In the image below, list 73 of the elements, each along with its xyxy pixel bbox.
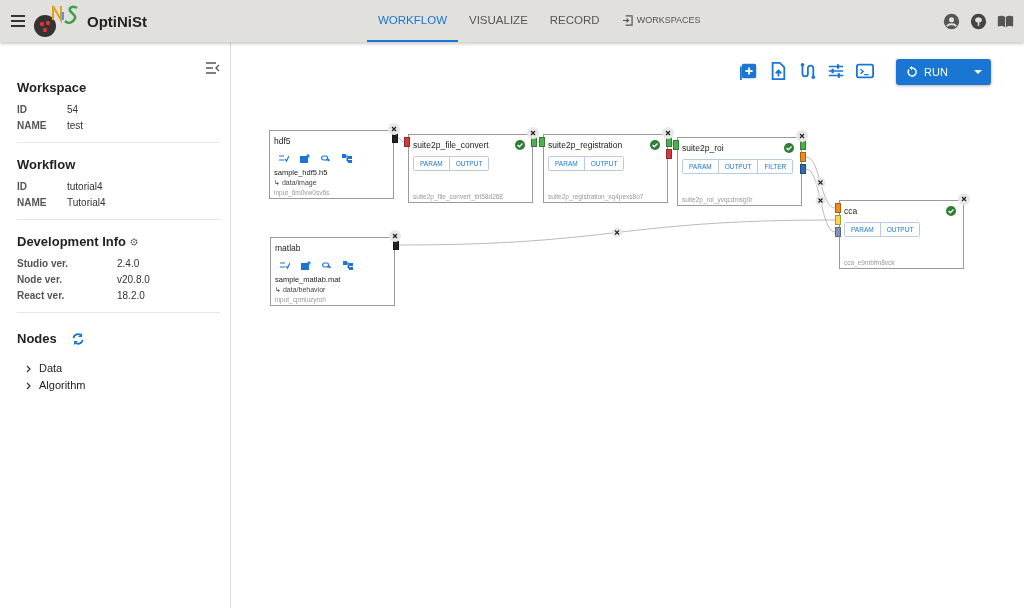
connection-handle[interactable] bbox=[800, 164, 806, 174]
field-value: tutorial4 bbox=[67, 180, 103, 194]
field-label: Studio ver. bbox=[17, 257, 70, 271]
add-image-icon[interactable] bbox=[301, 261, 311, 270]
connection-handle[interactable] bbox=[800, 152, 806, 162]
field-value: Tutorial4 bbox=[67, 196, 106, 210]
node-title: matlab bbox=[275, 243, 302, 253]
settings-list-icon[interactable] bbox=[280, 261, 290, 270]
node-title: cca bbox=[844, 206, 859, 216]
close-icon[interactable] bbox=[662, 127, 674, 139]
connection-handle[interactable] bbox=[531, 137, 537, 147]
refresh-icon[interactable] bbox=[70, 331, 85, 346]
field-label: React ver. bbox=[17, 289, 66, 303]
close-icon[interactable] bbox=[388, 123, 400, 135]
login-icon bbox=[621, 14, 633, 26]
settings-icon[interactable] bbox=[130, 237, 139, 246]
connection-handle[interactable] bbox=[393, 240, 399, 250]
link-icon[interactable] bbox=[322, 261, 332, 270]
close-icon[interactable] bbox=[796, 130, 808, 142]
field-label: ID bbox=[17, 180, 28, 194]
field-value: 18.2.0 bbox=[117, 289, 145, 303]
connection-handle[interactable] bbox=[666, 137, 672, 147]
close-icon[interactable] bbox=[389, 230, 401, 242]
field-label: ID bbox=[17, 103, 28, 117]
menu-icon[interactable] bbox=[11, 15, 25, 27]
section-title: Workflow bbox=[17, 157, 76, 172]
connection-handle[interactable] bbox=[835, 215, 841, 225]
field-value: 54 bbox=[67, 103, 79, 117]
connection-handle[interactable] bbox=[666, 149, 672, 159]
edge-line[interactable] bbox=[397, 137, 405, 143]
delete-edge-icon[interactable] bbox=[815, 177, 826, 188]
settings-list-icon[interactable] bbox=[279, 154, 289, 163]
field-label: Node ver. bbox=[17, 273, 64, 287]
field-label: NAME bbox=[17, 196, 48, 210]
nav-tab[interactable]: RECORD bbox=[538, 0, 611, 42]
field-value: 2.4.0 bbox=[117, 257, 140, 271]
link-icon[interactable] bbox=[321, 154, 331, 163]
tree-structure-icon[interactable] bbox=[343, 261, 353, 270]
node-title: suite2p_file_convert bbox=[413, 140, 490, 150]
connection-handle[interactable] bbox=[392, 133, 398, 143]
connection-handle[interactable] bbox=[539, 137, 545, 147]
run-button[interactable]: RUN bbox=[896, 59, 991, 85]
field-value: v20.8.0 bbox=[117, 273, 150, 287]
nav-tab[interactable]: WORKSPACES bbox=[610, 0, 712, 42]
connection-handle[interactable] bbox=[800, 140, 806, 150]
node-title: hdf5 bbox=[274, 136, 292, 146]
connection-handle[interactable] bbox=[404, 137, 410, 147]
nav-tab[interactable]: VISUALIZE bbox=[458, 0, 539, 42]
delete-edge-icon[interactable] bbox=[815, 195, 826, 206]
section-title: Workspace bbox=[17, 80, 87, 95]
chevron-icon[interactable] bbox=[25, 381, 32, 390]
collapse-menu-icon[interactable] bbox=[206, 62, 220, 74]
section-title: Development Info bbox=[17, 234, 127, 249]
app-name: OptiNiSt bbox=[87, 12, 147, 30]
account-icon[interactable] bbox=[943, 12, 960, 30]
node-title: suite2p_roi bbox=[682, 143, 725, 153]
delete-edge-icon[interactable] bbox=[612, 227, 622, 238]
chevron-icon[interactable] bbox=[25, 364, 32, 373]
section-title: Nodes bbox=[17, 331, 57, 346]
connection-handle[interactable] bbox=[835, 203, 841, 213]
tree-item[interactable]: Algorithm bbox=[39, 377, 86, 394]
connection-handle[interactable] bbox=[673, 140, 679, 150]
tree-structure-icon[interactable] bbox=[342, 154, 352, 163]
restart-icon bbox=[906, 66, 918, 78]
add-image-icon[interactable] bbox=[300, 154, 310, 163]
close-icon[interactable] bbox=[958, 193, 970, 205]
close-icon[interactable] bbox=[527, 127, 539, 139]
node-title: suite2p_registration bbox=[548, 140, 624, 150]
connection-handle[interactable] bbox=[835, 227, 841, 237]
field-value: test bbox=[67, 119, 84, 133]
add-node-icon[interactable] bbox=[739, 62, 759, 82]
field-label: NAME bbox=[17, 119, 48, 133]
tree-item[interactable]: Data bbox=[39, 360, 63, 377]
